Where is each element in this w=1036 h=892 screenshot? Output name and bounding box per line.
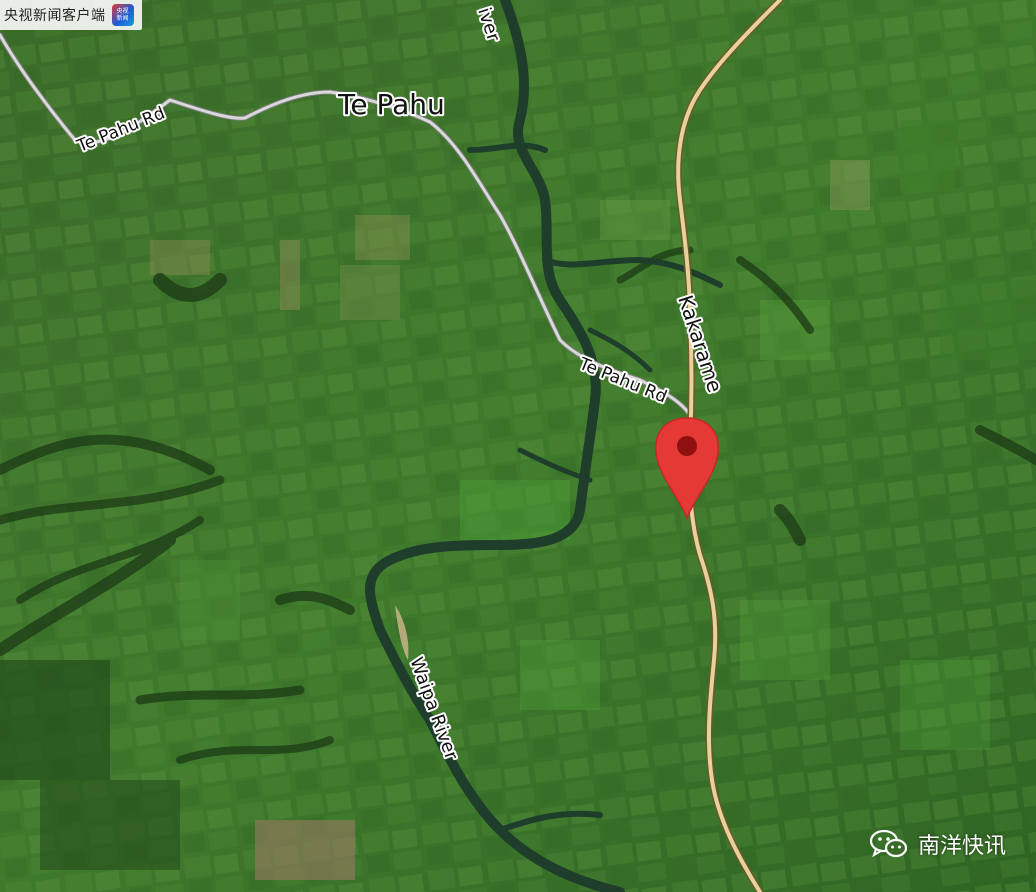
nanyang-watermark-text: 南洋快讯 — [917, 834, 1006, 859]
wechat-icon — [869, 829, 908, 858]
map-view[interactable]: Te Pahu Te Pahu Rd Te Pahu Rd Kakarame W… — [0, 0, 1036, 892]
cctv-watermark-text: 央视新闻客户端 — [4, 8, 106, 24]
satellite-map[interactable]: Te Pahu Te Pahu Rd Te Pahu Rd Kakarame W… — [0, 0, 1036, 892]
cctv-news-watermark: 央视新闻客户端 央视 新闻 — [0, 0, 142, 30]
cctv-news-logo-icon: 央视 新闻 — [111, 4, 134, 26]
nanyang-watermark: 南洋快讯 — [869, 828, 1006, 860]
cctv-logo-text: 央视 新闻 — [116, 8, 129, 22]
place-label-te-pahu: Te Pahu — [337, 88, 445, 121]
